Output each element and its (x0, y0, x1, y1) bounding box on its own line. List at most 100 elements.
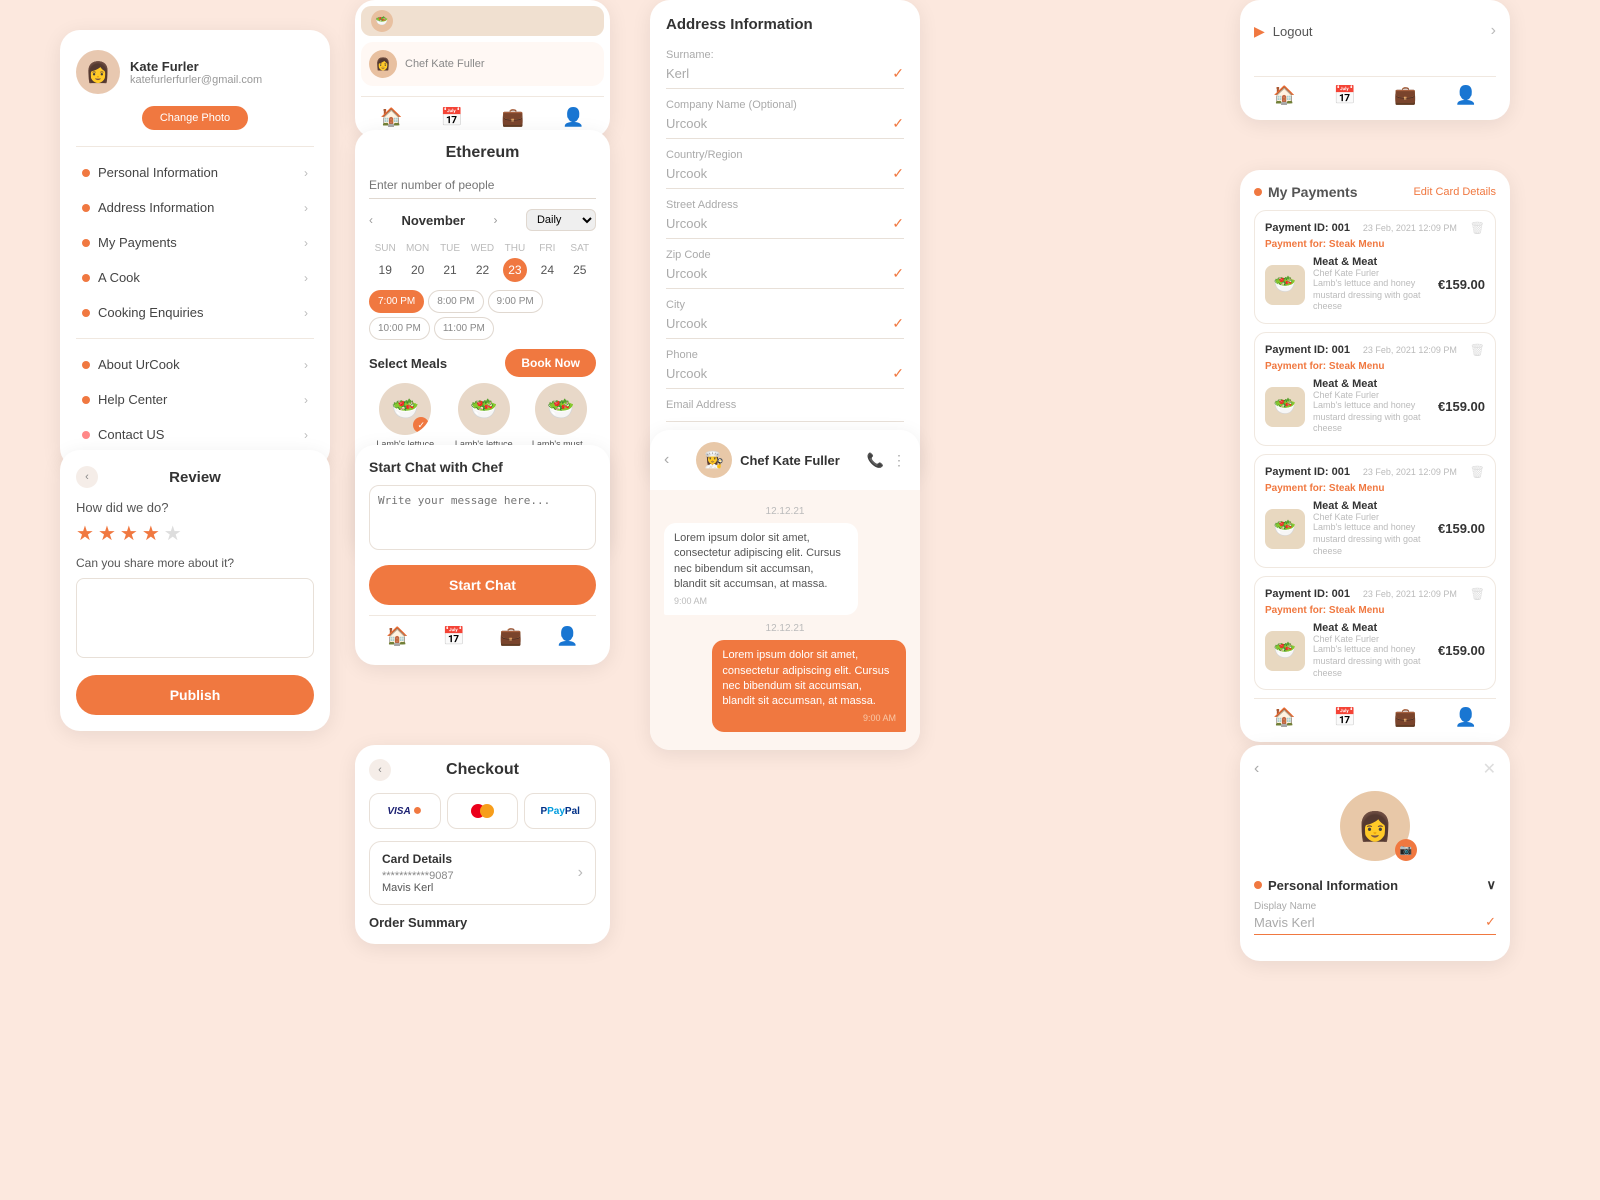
star-1[interactable]: ★ (76, 521, 94, 546)
meal-check-icon-1: ✓ (413, 417, 429, 433)
view-select[interactable]: Daily Weekly (526, 209, 596, 231)
logout-label: Logout (1273, 24, 1491, 39)
menu-item-personal[interactable]: Personal Information › (76, 155, 314, 190)
phone-icon[interactable]: 📞 (867, 452, 884, 469)
menu-item-address[interactable]: Address Information › (76, 190, 314, 225)
back-button[interactable]: ‹ (76, 466, 98, 488)
payments-bottom-nav: 🏠 📅 💼 👤 (1254, 698, 1496, 728)
personal-info-title[interactable]: Personal Information ∨ (1254, 877, 1496, 893)
delete-icon[interactable]: 🗑 (1470, 221, 1485, 235)
time-slot-900pm[interactable]: 9:00 PM (488, 290, 543, 313)
menu-dot (82, 361, 90, 369)
home-icon[interactable]: 🏠 (386, 626, 408, 647)
top-cards-bottom-nav: 🏠 📅 💼 👤 (361, 96, 604, 132)
review-panel: ‹ Review How did we do? ★ ★ ★ ★ ★ Can yo… (60, 450, 330, 731)
visa-method[interactable]: VISA ● (369, 793, 441, 829)
delete-icon[interactable]: 🗑 (1470, 343, 1485, 357)
calendar-icon[interactable]: 📅 (1334, 707, 1356, 728)
cal-day-20[interactable]: 20 (401, 258, 433, 282)
address-title: Address Information (666, 16, 904, 33)
next-month-button[interactable]: › (494, 213, 498, 227)
cal-day-21[interactable]: 21 (434, 258, 466, 282)
person-icon[interactable]: 👤 (1455, 707, 1477, 728)
star-rating[interactable]: ★ ★ ★ ★ ★ (76, 521, 314, 546)
calendar-icon[interactable]: 📅 (1334, 85, 1356, 106)
start-chat-button[interactable]: Start Chat (369, 565, 596, 605)
phone-label: Phone (666, 349, 904, 361)
book-now-button[interactable]: Book Now (505, 349, 596, 377)
food-avatar: 🥗 (371, 10, 393, 32)
menu-dot (82, 309, 90, 317)
time-slot-1100pm[interactable]: 11:00 PM (434, 317, 494, 340)
person-icon[interactable]: 👤 (556, 626, 578, 647)
calendar-icon[interactable]: 📅 (443, 626, 465, 647)
chat-textarea[interactable] (369, 485, 596, 550)
payment-card-4: Payment ID: 00123 Feb, 2021 12:09 PM🗑 Pa… (1254, 576, 1496, 690)
briefcase-icon[interactable]: 💼 (1394, 707, 1416, 728)
chef-info: 👩‍🍳 Chef Kate Fuller (696, 442, 840, 478)
briefcase-icon[interactable]: 💼 (502, 107, 524, 128)
display-name-field[interactable]: Mavis Kerl ✓ (1254, 914, 1496, 935)
check-icon: ✓ (892, 265, 904, 282)
home-icon[interactable]: 🏠 (1273, 85, 1295, 106)
email-label: Email Address (666, 399, 904, 411)
checkout-back-button[interactable]: ‹ (369, 759, 391, 781)
payment-card-1: Payment ID: 00123 Feb, 2021 12:09 PM🗑 Pa… (1254, 210, 1496, 324)
mastercard-method[interactable] (447, 793, 519, 829)
check-icon: ✓ (892, 315, 904, 332)
more-icon[interactable]: ⋮ (892, 452, 906, 469)
time-slot-700pm[interactable]: 7:00 PM (369, 290, 424, 313)
review-textarea[interactable] (76, 578, 314, 658)
chevron-right-icon: › (578, 864, 583, 882)
time-slot-800pm[interactable]: 8:00 PM (428, 290, 483, 313)
cal-day-23[interactable]: 23 (503, 258, 527, 282)
prev-month-button[interactable]: ‹ (369, 213, 373, 227)
card-details-section[interactable]: Card Details ***********9087 Mavis Kerl … (369, 841, 596, 905)
menu-item-cook[interactable]: A Cook › (76, 260, 314, 295)
cal-day-19[interactable]: 19 (369, 258, 401, 282)
conv-back-button[interactable]: ‹ (664, 451, 669, 469)
paypal-method[interactable]: PPayPal (524, 793, 596, 829)
person-icon[interactable]: 👤 (1455, 85, 1477, 106)
display-name-label: Display Name (1254, 901, 1496, 912)
chevron-right-icon: › (304, 271, 308, 285)
form-field-country: Country/Region Urcook ✓ (666, 149, 904, 189)
calendar-icon[interactable]: 📅 (441, 107, 463, 128)
cal-day-24[interactable]: 24 (531, 258, 563, 282)
zip-value: Urcook ✓ (666, 265, 904, 289)
time-slot-1000pm[interactable]: 10:00 PM (369, 317, 430, 340)
menu-item-help[interactable]: Help Center › (76, 382, 314, 417)
menu-item-about[interactable]: About UrCook › (76, 347, 314, 382)
payment-card-2: Payment ID: 00123 Feb, 2021 12:09 PM🗑 Pa… (1254, 332, 1496, 446)
briefcase-icon[interactable]: 💼 (1394, 85, 1416, 106)
meal-image-2: 🥗 (458, 383, 510, 435)
close-button[interactable]: ✕ (1483, 759, 1496, 779)
menu-item-cooking-enquiries[interactable]: Cooking Enquiries › (76, 295, 314, 330)
cal-day-25[interactable]: 25 (564, 258, 596, 282)
logout-row[interactable]: ▶ Logout › (1254, 14, 1496, 48)
publish-button[interactable]: Publish (76, 675, 314, 715)
change-photo-button[interactable]: Change Photo (142, 106, 248, 130)
address-panel: Address Information Surname: Kerl ✓ Comp… (650, 0, 920, 480)
cal-day-22[interactable]: 22 (466, 258, 498, 282)
star-2[interactable]: ★ (98, 521, 116, 546)
person-icon[interactable]: 👤 (562, 107, 584, 128)
star-5[interactable]: ★ (164, 521, 182, 546)
star-4[interactable]: ★ (142, 521, 160, 546)
edit-card-details-link[interactable]: Edit Card Details (1413, 186, 1496, 198)
back-button[interactable]: ‹ (1254, 760, 1259, 778)
delete-icon[interactable]: 🗑 (1470, 587, 1485, 601)
people-input[interactable] (369, 172, 596, 199)
home-icon[interactable]: 🏠 (1273, 707, 1295, 728)
delete-icon[interactable]: 🗑 (1470, 465, 1485, 479)
menu-item-payments[interactable]: My Payments › (76, 225, 314, 260)
home-icon[interactable]: 🏠 (380, 107, 402, 128)
camera-icon[interactable]: 📷 (1395, 839, 1417, 861)
review-subquestion: Can you share more about it? (76, 556, 314, 570)
chevron-right-icon: › (1491, 22, 1496, 40)
menu-item-contact[interactable]: Contact US › (76, 417, 314, 452)
menu-dot (82, 239, 90, 247)
checkout-panel: ‹ Checkout VISA ● PPayPal Card Details *… (355, 745, 610, 944)
star-3[interactable]: ★ (120, 521, 138, 546)
briefcase-icon[interactable]: 💼 (500, 626, 522, 647)
